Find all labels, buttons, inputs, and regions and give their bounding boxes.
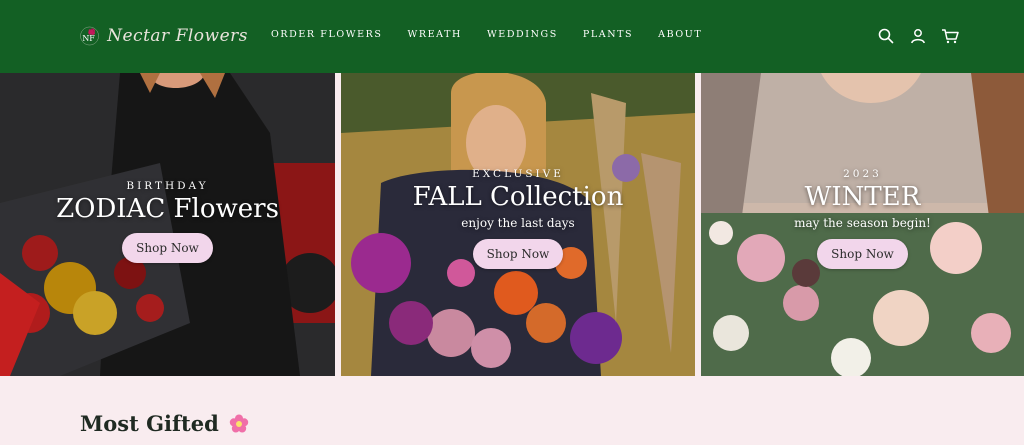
logo-mark-icon: NF [80,26,99,46]
winter-shop-now-button[interactable]: Shop Now [817,239,908,269]
fall-eyebrow: EXCLUSIVE [472,168,564,180]
fall-caption: EXCLUSIVE FALL Collection enjoy the last… [341,168,695,269]
winter-eyebrow: 2023 [843,168,882,180]
nav-order-flowers[interactable]: ORDER FLOWERS [271,29,383,40]
svg-text:NF: NF [82,34,95,43]
zodiac-headline: ZODIAC Flowers [56,194,279,224]
most-gifted-title: Most Gifted [80,411,219,436]
most-gifted-heading: Most Gifted [80,411,249,436]
nav-wreath[interactable]: WREATH [408,29,462,40]
hero-panel-winter[interactable]: 2023 WINTER may the season begin! Shop N… [701,73,1024,376]
flower-icon [229,414,248,432]
search-icon[interactable] [876,26,896,46]
zodiac-shop-now-button[interactable]: Shop Now [122,233,213,263]
site-header: NF Nectar Flowers ORDER FLOWERS WREATH W… [0,0,1024,73]
winter-caption: 2023 WINTER may the season begin! Shop N… [701,168,1024,269]
account-icon[interactable] [908,26,928,46]
winter-subtitle: may the season begin! [794,216,931,230]
fall-subtitle: enjoy the last days [461,216,575,230]
winter-headline: WINTER [804,182,921,212]
header-icons [876,26,960,46]
hero-panel-fall[interactable]: EXCLUSIVE FALL Collection enjoy the last… [341,73,695,376]
zodiac-eyebrow: BIRTHDAY [126,180,209,192]
main-nav: ORDER FLOWERS WREATH WEDDINGS PLANTS ABO… [271,29,727,40]
fall-shop-now-button[interactable]: Shop Now [472,239,564,269]
fall-headline: FALL Collection [412,182,624,212]
nav-plants[interactable]: PLANTS [583,29,633,40]
nav-weddings[interactable]: WEDDINGS [487,29,558,40]
hero-panel-zodiac[interactable]: BIRTHDAY ZODIAC Flowers Shop Now [0,73,335,376]
nav-about[interactable]: ABOUT [658,29,702,40]
hero-banners: BIRTHDAY ZODIAC Flowers Shop Now EXCLUSI… [0,73,1024,376]
logo[interactable]: NF Nectar Flowers [78,8,248,64]
logo-text: Nectar Flowers [107,26,248,46]
zodiac-caption: BIRTHDAY ZODIAC Flowers Shop Now [0,180,335,263]
cart-icon[interactable] [940,26,960,46]
